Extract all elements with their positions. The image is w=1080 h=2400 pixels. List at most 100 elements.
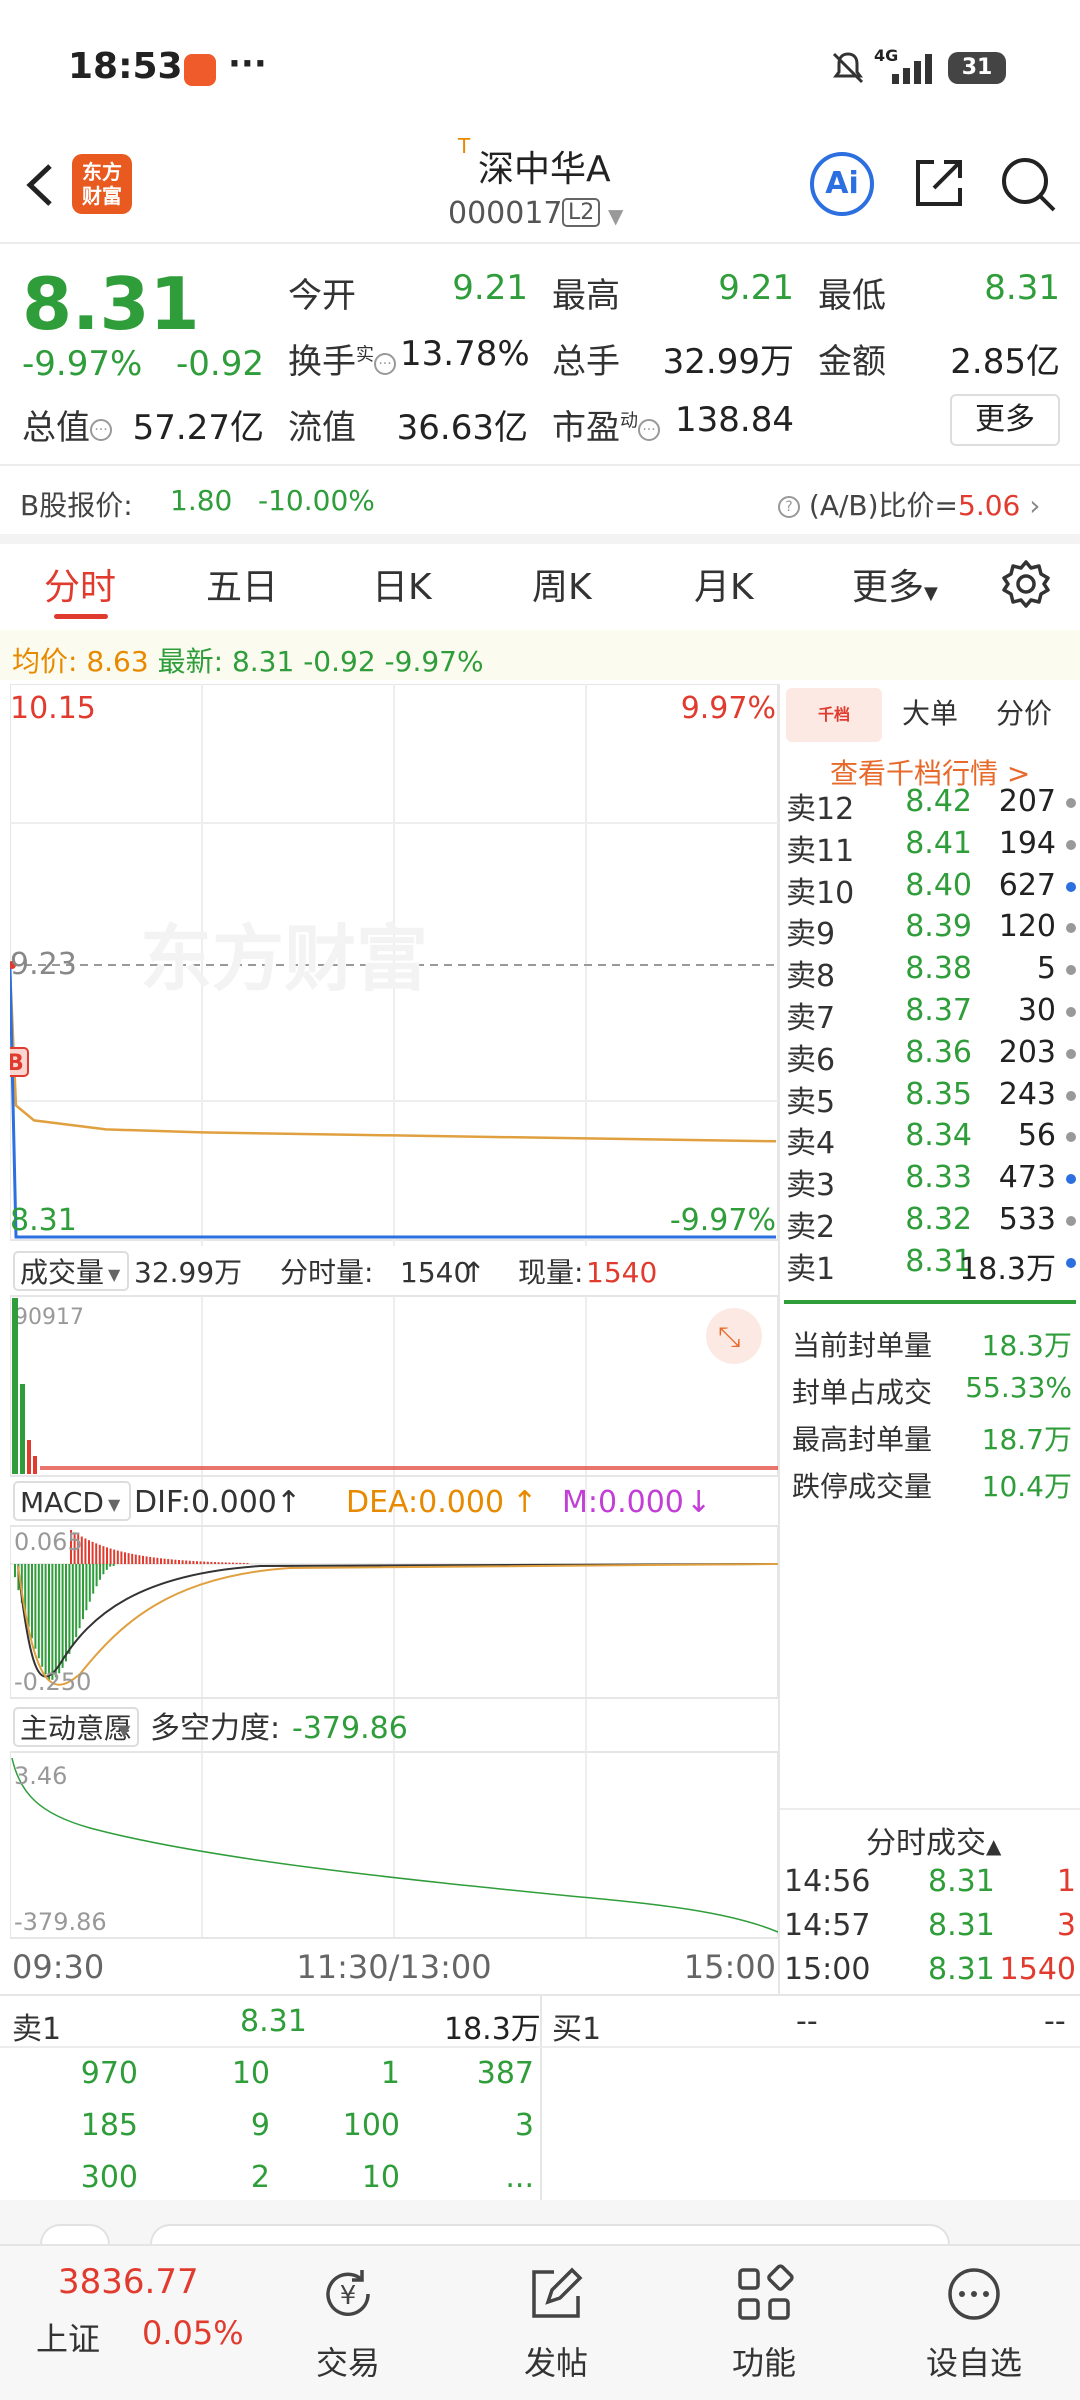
macd-bar-positive: [124, 1552, 126, 1564]
ask-row[interactable]: 卖2 8.32 533: [786, 1202, 1076, 1245]
ask-row[interactable]: 卖3 8.33 473: [786, 1160, 1076, 1203]
macd-bar-positive: [196, 1561, 198, 1564]
post-icon[interactable]: [526, 2264, 586, 2324]
latest-change: -0.92: [303, 645, 376, 678]
tab-5day[interactable]: 五日: [206, 558, 278, 610]
book-queue-cell: 185: [80, 2108, 138, 2143]
turnover-label[interactable]: 换手实 ···: [288, 334, 396, 383]
index-name[interactable]: 上证: [36, 2314, 100, 2360]
ask-row[interactable]: 卖9 8.39 120: [786, 909, 1076, 952]
index-percent[interactable]: 0.05%: [142, 2314, 244, 2352]
macd-bar-positive: [206, 1561, 209, 1564]
volume-now-value: 1540: [586, 1256, 657, 1289]
macd-bar-positive: [163, 1558, 166, 1564]
tab-more-label: 更多: [852, 567, 925, 608]
macd-top-label: 0.065: [14, 1528, 83, 1556]
flow-bottom-label: -379.86: [14, 1908, 107, 1936]
tick-price: 8.31: [928, 1864, 995, 1899]
ask-row[interactable]: 卖5 8.35 243: [786, 1077, 1076, 1120]
gear-icon[interactable]: [1000, 558, 1052, 610]
ask-row[interactable]: 卖10 8.40 627: [786, 868, 1076, 911]
tick-title[interactable]: 分时成交▲: [866, 1818, 1001, 1862]
macd-bar-negative: [92, 1564, 95, 1594]
macd-bar-positive: [156, 1557, 159, 1564]
side-tab-price-dist[interactable]: 分价: [996, 692, 1052, 732]
macd-bar-positive: [142, 1555, 144, 1564]
macd-bar-negative: [34, 1564, 37, 1649]
intraday-chart[interactable]: 东方财富 B 10.15 9.97% 9.23 8.31 -9.97% 成交量 …: [10, 684, 780, 1998]
tab-monthly-k[interactable]: 月K: [694, 558, 754, 610]
ask-row[interactable]: 卖12 8.42 207: [786, 784, 1076, 827]
ab-ratio[interactable]: ? (A/B)比价=5.06 ›: [778, 484, 1040, 524]
flow-selector-label: 主动意愿: [20, 1712, 132, 1745]
mktcap-label[interactable]: 总值 ···: [22, 400, 112, 449]
amount-value: 2.85亿: [950, 342, 1060, 382]
ai-button[interactable]: Ai: [810, 152, 874, 216]
share-icon[interactable]: [908, 154, 968, 214]
book-queue-cell: 9: [250, 2108, 270, 2143]
index-value[interactable]: 3836.77: [58, 2262, 199, 2302]
up-arrow-icon: ↑: [462, 1256, 485, 1289]
avg-label: 均价:: [12, 645, 78, 678]
nav-trade[interactable]: 交易: [314, 2338, 382, 2384]
ask-volume: 207: [998, 784, 1056, 819]
turnover-value: 13.78%: [400, 334, 530, 374]
order-dot-icon: [1066, 965, 1076, 976]
app-logo[interactable]: 东方 财富: [72, 154, 132, 214]
back-arrow-icon[interactable]: [20, 160, 60, 210]
nav-post[interactable]: 发帖: [522, 2338, 590, 2384]
function-icon[interactable]: [734, 2264, 794, 2324]
chevron-down-icon[interactable]: ▼: [608, 204, 623, 228]
tick-volume: 1: [1056, 1864, 1076, 1899]
macd-bar-positive: [102, 1546, 105, 1564]
nav-add-watchlist[interactable]: 设自选: [924, 2338, 1024, 2384]
trade-glyph: ¥: [340, 2281, 357, 2311]
ask-row[interactable]: 卖1 8.31 18.3万: [786, 1244, 1076, 1287]
info-icon[interactable]: ···: [90, 418, 112, 441]
mktcap-value: 57.27亿: [132, 408, 264, 448]
emoji-button[interactable]: [40, 2224, 110, 2244]
last-price: 8.31: [22, 262, 200, 346]
ask-row[interactable]: 卖7 8.37 30: [786, 993, 1076, 1036]
info-icon[interactable]: ···: [374, 352, 396, 375]
tab-weekly-k[interactable]: 周K: [532, 558, 592, 610]
search-icon[interactable]: [998, 154, 1060, 216]
level2-badge[interactable]: L2: [562, 198, 601, 227]
macd-bar-positive: [199, 1561, 202, 1564]
tab-intraday[interactable]: 分时: [44, 558, 116, 610]
macd-bar-positive: [127, 1553, 130, 1564]
ask-volume: 5: [1036, 951, 1056, 987]
trade-icon[interactable]: ¥: [318, 2264, 378, 2324]
active-tab-indicator: [54, 614, 108, 619]
volume-bar: [33, 1456, 37, 1474]
stock-code[interactable]: 000017: [448, 196, 563, 231]
macd-bar-positive: [149, 1556, 152, 1564]
pct-top-label: 9.97%: [681, 691, 776, 726]
watchlist-icon[interactable]: [944, 2264, 1004, 2324]
tab-daily-k[interactable]: 日K: [372, 558, 432, 610]
caret-down-icon: ▼: [924, 583, 938, 604]
macd-bar-positive: [203, 1561, 206, 1564]
comment-input[interactable]: [150, 2224, 950, 2244]
ask-row[interactable]: 卖11 8.41 194: [786, 826, 1076, 869]
nav-function[interactable]: 功能: [730, 2338, 798, 2384]
stock-name[interactable]: 深中华A: [478, 140, 611, 192]
ask-row[interactable]: 卖6 8.36 203: [786, 1035, 1076, 1078]
ask-level: 卖10: [786, 875, 855, 911]
side-tab-bigorder[interactable]: 大单: [902, 692, 958, 732]
ask-row[interactable]: 卖4 8.34 56: [786, 1118, 1076, 1161]
tick-price: 8.31: [928, 1908, 995, 1943]
order-dot-icon: [1066, 1007, 1076, 1017]
more-quote-button[interactable]: 更多: [950, 394, 1060, 446]
low-label: 最低: [818, 276, 886, 316]
tab-more[interactable]: 更多▼: [852, 558, 938, 610]
side-tab-qiandang[interactable]: 千档: [786, 688, 882, 742]
ask-row[interactable]: 卖8 8.38 5: [786, 951, 1076, 994]
macd-bar-positive: [116, 1550, 119, 1564]
info-icon[interactable]: ···: [638, 418, 660, 441]
macd-m: M:0.000: [562, 1485, 684, 1520]
pe-label[interactable]: 市盈动 ···: [552, 400, 660, 449]
tick-volume: 3: [1056, 1908, 1076, 1943]
help-icon[interactable]: ?: [778, 496, 800, 518]
macd-bar-negative: [27, 1564, 30, 1628]
